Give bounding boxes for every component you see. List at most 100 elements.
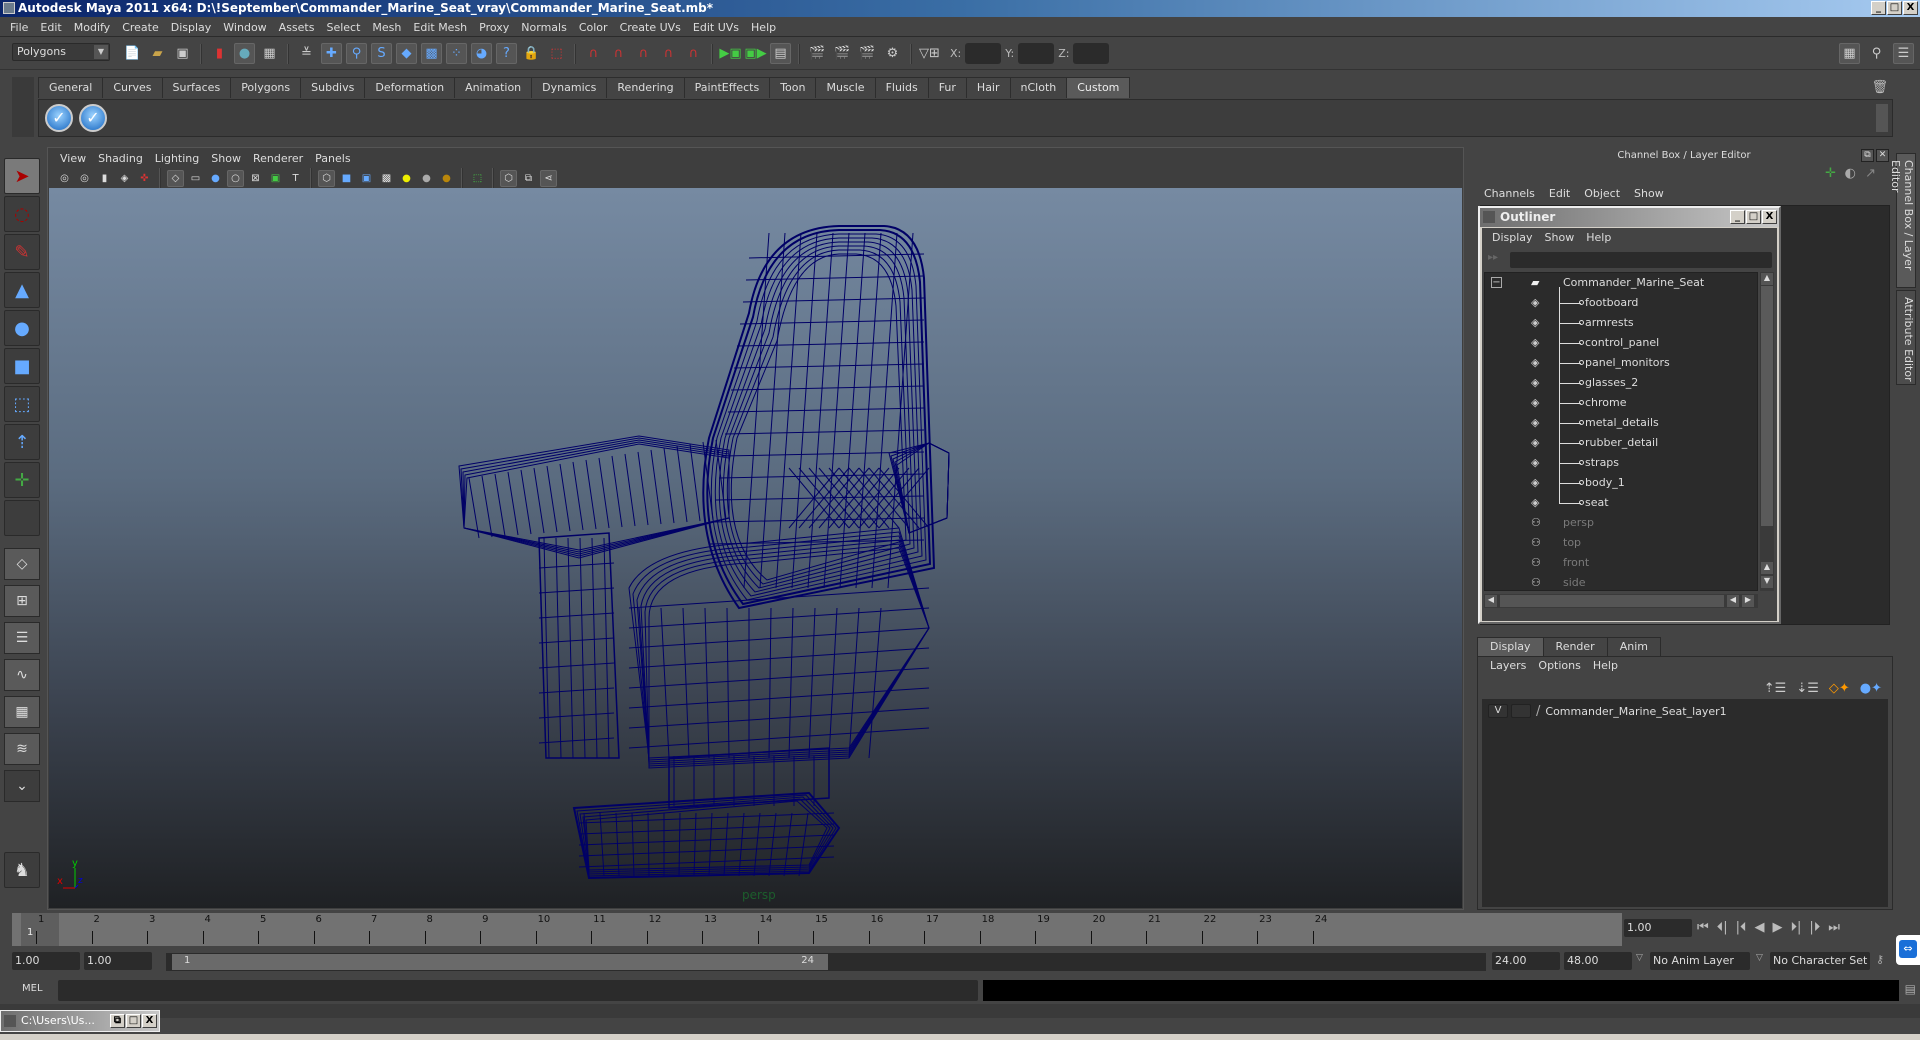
field-chart-icon[interactable]: ⊠ [247, 170, 264, 187]
mel-input[interactable] [58, 980, 978, 1001]
save-scene-icon[interactable]: ▣ [172, 43, 193, 64]
character-set-dropdown[interactable]: No Character Set [1770, 952, 1870, 970]
select-dynamics-icon[interactable]: ⁘ [446, 43, 467, 64]
select-by-object-icon[interactable]: ● [234, 43, 255, 64]
collapse-icon[interactable]: − [1491, 277, 1502, 288]
film-gate-icon[interactable]: ▭ [187, 170, 204, 187]
outliner-minimize-button[interactable]: _ [1730, 210, 1745, 224]
snap-to-curve-icon[interactable]: ∩ [608, 43, 629, 64]
outliner-item-top[interactable]: ⚇ top [1485, 533, 1755, 553]
tab-surfaces[interactable]: Surfaces [161, 77, 232, 98]
outliner-item-front[interactable]: ⚇ front [1485, 553, 1755, 573]
menu-create-uvs[interactable]: Create UVs [614, 21, 687, 34]
persp-graph-layout[interactable]: ∿ [4, 659, 40, 691]
soft-mod-tool[interactable]: ⇡ [4, 424, 40, 460]
range-slider[interactable]: 1 24 [166, 953, 1486, 971]
select-rendering-icon[interactable]: ◕ [471, 43, 492, 64]
menu-help[interactable]: Help [745, 21, 782, 34]
menu-color[interactable]: Color [573, 21, 614, 34]
menu-display[interactable]: Display [165, 21, 218, 34]
3d-viewport[interactable]: y x z persp [49, 188, 1462, 908]
arrow-icon[interactable]: ↗ [1865, 166, 1876, 181]
outliner-item-persp[interactable]: ⚇ persp [1485, 513, 1755, 533]
y-field[interactable] [1018, 43, 1055, 64]
tab-attribute-editor[interactable]: Attribute Editor [1896, 290, 1916, 385]
input-line-menu-icon[interactable]: ▽⊞ [919, 43, 940, 64]
step-back-frame-button[interactable]: |⏴ [1736, 920, 1747, 935]
wireframe-on-shaded-icon[interactable]: ▣ [358, 170, 375, 187]
layer-visibility-toggle[interactable]: V [1488, 704, 1508, 718]
menu-mesh[interactable]: Mesh [366, 21, 407, 34]
outliner-filter-input[interactable] [1510, 252, 1772, 268]
safe-action-icon[interactable]: ▣ [267, 170, 284, 187]
select-by-hierarchy-icon[interactable]: ▮ [209, 43, 230, 64]
viewport-menu-panels[interactable]: Panels [309, 152, 356, 165]
layer-menu-options[interactable]: Options [1534, 659, 1588, 672]
outliner-horizontal-scrollbar[interactable]: ◀ ◀ ▶ [1484, 594, 1758, 608]
select-tool[interactable]: ➤ [4, 158, 40, 194]
chevron-down-icon[interactable]: ▽ [1636, 953, 1643, 963]
move-layer-down-icon[interactable]: ⇣☰ [1796, 681, 1819, 696]
play-forwards-button[interactable]: ▶ [1772, 920, 1782, 935]
viewport-menu-show[interactable]: Show [205, 152, 247, 165]
tab-custom[interactable]: Custom [1066, 77, 1131, 98]
go-to-end-button[interactable]: ⏭ [1828, 920, 1840, 935]
camera-attributes-icon[interactable]: ◎ [76, 170, 93, 187]
mask-menu-icon[interactable]: ≚ [296, 43, 317, 64]
select-joints-icon[interactable]: ⚲ [346, 43, 367, 64]
scroll-up-icon[interactable]: ▲ [1761, 273, 1773, 285]
current-frame-field[interactable]: 1.00 [1624, 919, 1692, 937]
rotate-tool[interactable]: ● [4, 310, 40, 346]
anim-end-field[interactable]: 48.00 [1564, 952, 1632, 970]
chevron-down-icon[interactable]: ▽ [1756, 953, 1763, 963]
show-manipulator[interactable]: ✛ [4, 462, 40, 498]
menu-create[interactable]: Create [116, 21, 165, 34]
channel-box-toggle-icon[interactable]: ☰ [1893, 43, 1914, 64]
channels-menu-show[interactable]: Show [1628, 187, 1672, 200]
snap-to-point-icon[interactable]: ∩ [633, 43, 654, 64]
tab-polygons[interactable]: Polygons [230, 77, 302, 98]
scroll-thumb[interactable] [1500, 595, 1724, 607]
scroll-down-icon[interactable]: ▼ [1761, 576, 1773, 588]
select-handles-icon[interactable]: ✚ [321, 43, 342, 64]
float-panel-icon[interactable]: ⧉ [1861, 149, 1874, 162]
outliner-item-footboard[interactable]: ◈ footboard [1485, 293, 1755, 313]
maximize-button[interactable]: □ [1887, 1, 1902, 15]
channels-menu-object[interactable]: Object [1578, 187, 1628, 200]
step-forward-key-button[interactable]: |⏵ [1809, 920, 1820, 935]
outliner-item-metal-details[interactable]: ◈ metal_details [1485, 413, 1755, 433]
new-layer-selected-icon[interactable]: ●✦ [1860, 681, 1882, 696]
outliner-item-rubber-detail[interactable]: ◈ rubber_detail [1485, 433, 1755, 453]
outliner-maximize-button[interactable]: □ [1746, 210, 1761, 224]
snap-to-plane-icon[interactable]: ∩ [658, 43, 679, 64]
layer-row[interactable]: V / Commander_Marine_Seat_layer1 [1488, 702, 1727, 720]
gate-mask-icon[interactable]: ○ [227, 169, 244, 187]
menu-file[interactable]: File [4, 21, 34, 34]
viewport-menu-view[interactable]: View [54, 152, 92, 165]
new-scene-icon[interactable]: 📄 [122, 43, 143, 64]
image-plane-icon[interactable]: ◈ [116, 170, 133, 187]
menu-proxy[interactable]: Proxy [473, 21, 515, 34]
step-back-key-button[interactable]: ⏴| [1717, 920, 1728, 935]
layer-menu-layers[interactable]: Layers [1486, 659, 1534, 672]
tool-settings-toggle-icon[interactable]: ⚲ [1866, 43, 1887, 64]
close-button[interactable]: X [142, 1014, 157, 1028]
construction-history-icon[interactable]: ▤ [770, 43, 791, 64]
viewport-menu-lighting[interactable]: Lighting [149, 152, 205, 165]
menu-assets[interactable]: Assets [273, 21, 321, 34]
make-live-icon[interactable]: ∩ [683, 43, 704, 64]
layer-display-type-toggle[interactable] [1511, 704, 1531, 718]
grid-toggle-icon[interactable]: ◇ [167, 169, 184, 187]
outliner-item-seat[interactable]: ◈ seat [1485, 493, 1755, 513]
script-language-toggle[interactable]: MEL [22, 983, 43, 994]
menu-set-dropdown[interactable]: Polygons ▼ [12, 43, 110, 61]
display-toggle-icon[interactable]: ◐ [1845, 166, 1856, 181]
highlight-selection-icon[interactable]: ⬚ [546, 43, 567, 64]
xray-joints-icon[interactable]: ⧉ [520, 170, 537, 187]
textured-icon[interactable]: ▩ [378, 170, 395, 187]
paint-select-tool[interactable]: ✎ [4, 234, 40, 270]
outliner-item-panel-monitors[interactable]: ◈ panel_monitors [1485, 353, 1755, 373]
outliner-persp-layout[interactable]: ☰ [4, 622, 40, 654]
menu-edit-mesh[interactable]: Edit Mesh [407, 21, 473, 34]
tab-general[interactable]: General [38, 77, 104, 98]
